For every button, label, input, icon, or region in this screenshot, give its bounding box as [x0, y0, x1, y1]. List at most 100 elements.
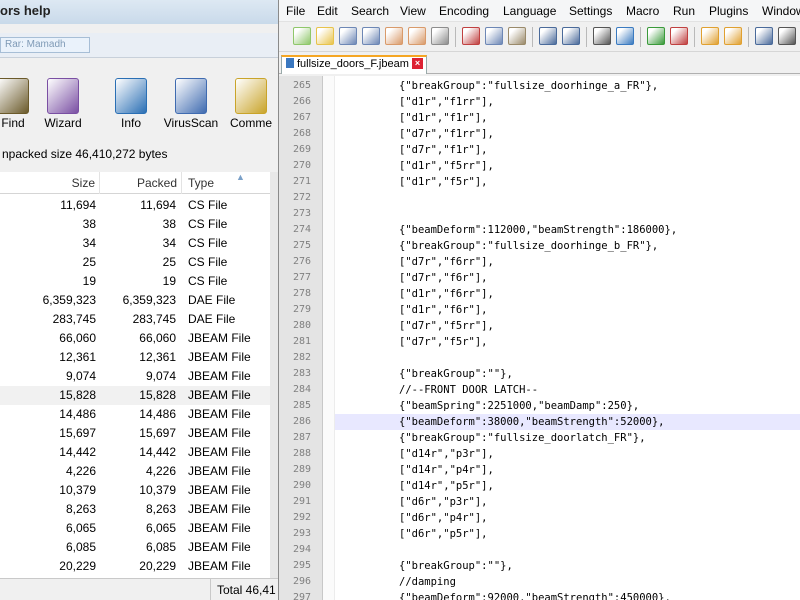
- toolbar-button-wizard[interactable]: Wizard: [38, 78, 88, 130]
- table-row[interactable]: 8,263 8,263 JBEAM File: [0, 500, 270, 519]
- close-all-icon[interactable]: [408, 27, 426, 45]
- code-line[interactable]: ["d1r","f5rr"],: [399, 158, 799, 174]
- code-line[interactable]: {"beamDeform":38000,"beamStrength":52000…: [399, 414, 799, 430]
- code-line[interactable]: {"breakGroup":"fullsize_doorhinge_a_FR"}…: [399, 78, 799, 94]
- toolbar-button-virusscan[interactable]: VirusScan: [162, 78, 220, 130]
- print-icon[interactable]: [431, 27, 449, 45]
- table-row[interactable]: 4,226 4,226 JBEAM File: [0, 462, 270, 481]
- code-line[interactable]: ["d6r","p5r"],: [399, 526, 799, 542]
- code-line[interactable]: ["d1r","f5r"],: [399, 174, 799, 190]
- table-row[interactable]: 6,085 6,085 JBEAM File: [0, 538, 270, 557]
- zoom-in-icon[interactable]: [647, 27, 665, 45]
- code-line[interactable]: ["d14r","p4r"],: [399, 462, 799, 478]
- code-line[interactable]: [399, 542, 799, 558]
- menu-search[interactable]: Search: [351, 4, 389, 18]
- code-line[interactable]: ["d1r","f6rr"],: [399, 286, 799, 302]
- find-icon[interactable]: [593, 27, 611, 45]
- sync-h-icon[interactable]: [724, 27, 742, 45]
- code-line[interactable]: //--FRONT DOOR LATCH--: [399, 382, 799, 398]
- code-line[interactable]: ["d7r","f5r"],: [399, 334, 799, 350]
- close-tab-icon[interactable]: ×: [412, 58, 423, 69]
- vertical-scrollbar[interactable]: [270, 172, 278, 578]
- table-row[interactable]: 66,060 66,060 JBEAM File: [0, 329, 270, 348]
- code-line[interactable]: {"breakGroup":"fullsize_doorlatch_FR"},: [399, 430, 799, 446]
- code-editor[interactable]: 265 266 267 268 269 270 271 272 273 274 275 276 277 2…: [279, 76, 800, 600]
- undo-icon[interactable]: [539, 27, 557, 45]
- open-file-icon[interactable]: [316, 27, 334, 45]
- toolbar-button-find[interactable]: Find: [0, 78, 38, 130]
- code-line[interactable]: ["d6r","p3r"],: [399, 494, 799, 510]
- code-line[interactable]: {"breakGroup":"fullsize_doorhinge_b_FR"}…: [399, 238, 799, 254]
- copy-icon[interactable]: [485, 27, 503, 45]
- code-line[interactable]: [399, 190, 799, 206]
- code-line[interactable]: //damping: [399, 574, 799, 590]
- sync-v-icon[interactable]: [701, 27, 719, 45]
- code-line[interactable]: [399, 206, 799, 222]
- table-row[interactable]: 14,486 14,486 JBEAM File: [0, 405, 270, 424]
- menu-edit[interactable]: Edit: [317, 4, 338, 18]
- replace-icon[interactable]: [616, 27, 634, 45]
- table-row[interactable]: 6,065 6,065 JBEAM File: [0, 519, 270, 538]
- table-row[interactable]: 12,361 12,361 JBEAM File: [0, 348, 270, 367]
- table-row[interactable]: 10,379 10,379 JBEAM File: [0, 481, 270, 500]
- menu-view[interactable]: View: [400, 4, 426, 18]
- address-field[interactable]: Rar: Mamadh: [0, 37, 90, 53]
- all-chars-icon[interactable]: [778, 27, 796, 45]
- table-row[interactable]: 283,745 283,745 DAE File: [0, 310, 270, 329]
- save-all-icon[interactable]: [362, 27, 380, 45]
- code-line[interactable]: {"beamDeform":92000,"beamStrength":45000…: [399, 590, 799, 600]
- cut-icon[interactable]: [462, 27, 480, 45]
- menu-file[interactable]: File: [286, 4, 305, 18]
- code-line[interactable]: ["d7r","f1r"],: [399, 142, 799, 158]
- code-line[interactable]: {"breakGroup":""},: [399, 558, 799, 574]
- code-line[interactable]: ["d7r","f5rr"],: [399, 318, 799, 334]
- table-row[interactable]: 6,359,323 6,359,323 DAE File: [0, 291, 270, 310]
- new-file-icon[interactable]: [293, 27, 311, 45]
- code-line[interactable]: ["d7r","f6rr"],: [399, 254, 799, 270]
- wrap-icon[interactable]: [755, 27, 773, 45]
- menu-window[interactable]: Window: [762, 4, 800, 18]
- code-line[interactable]: {"breakGroup":""},: [399, 366, 799, 382]
- code-line[interactable]: [399, 350, 799, 366]
- table-row[interactable]: 19 19 CS File: [0, 272, 270, 291]
- code-line[interactable]: ["d14r","p5r"],: [399, 478, 799, 494]
- tab-fullsize-doors[interactable]: fullsize_doors_F.jbeam ×: [281, 55, 427, 74]
- menu-macro[interactable]: Macro: [626, 4, 659, 18]
- column-type[interactable]: Type ▲: [182, 172, 270, 194]
- column-packed[interactable]: Packed: [100, 172, 182, 194]
- table-row[interactable]: 38 38 CS File: [0, 215, 270, 234]
- table-row[interactable]: 14,442 14,442 JBEAM File: [0, 443, 270, 462]
- fold-margin[interactable]: [323, 76, 335, 600]
- code-line[interactable]: ["d7r","f1rr"],: [399, 126, 799, 142]
- code-line[interactable]: ["d1r","f6r"],: [399, 302, 799, 318]
- redo-icon[interactable]: [562, 27, 580, 45]
- toolbar-button-comme[interactable]: Comme: [226, 78, 276, 130]
- code-line[interactable]: ["d14r","p3r"],: [399, 446, 799, 462]
- table-row[interactable]: 20,229 20,229 JBEAM File: [0, 557, 270, 576]
- code-line[interactable]: ["d6r","p4r"],: [399, 510, 799, 526]
- menu-settings[interactable]: Settings: [569, 4, 612, 18]
- table-row[interactable]: 15,697 15,697 JBEAM File: [0, 424, 270, 443]
- menu-encoding[interactable]: Encoding: [439, 4, 489, 18]
- zoom-out-icon[interactable]: [670, 27, 688, 45]
- code-line[interactable]: {"beamDeform":112000,"beamStrength":1860…: [399, 222, 799, 238]
- menu-plugins[interactable]: Plugins: [709, 4, 748, 18]
- code-line[interactable]: {"beamSpring":2251000,"beamDamp":250},: [399, 398, 799, 414]
- table-row[interactable]: 25 25 CS File: [0, 253, 270, 272]
- save-icon[interactable]: [339, 27, 357, 45]
- toolbar-separator: [640, 27, 641, 47]
- menu-language[interactable]: Language: [503, 4, 556, 18]
- table-row[interactable]: 15,828 15,828 JBEAM File: [0, 386, 270, 405]
- line-number: 288: [292, 448, 311, 459]
- column-size[interactable]: Size: [0, 172, 100, 194]
- paste-icon[interactable]: [508, 27, 526, 45]
- code-line[interactable]: ["d1r","f1r"],: [399, 110, 799, 126]
- close-icon[interactable]: [385, 27, 403, 45]
- toolbar-button-info[interactable]: Info: [106, 78, 156, 130]
- code-line[interactable]: ["d1r","f1rr"],: [399, 94, 799, 110]
- table-row[interactable]: 34 34 CS File: [0, 234, 270, 253]
- table-row[interactable]: 9,074 9,074 JBEAM File: [0, 367, 270, 386]
- menu-run[interactable]: Run: [673, 4, 695, 18]
- code-line[interactable]: ["d7r","f6r"],: [399, 270, 799, 286]
- table-row[interactable]: 11,694 11,694 CS File: [0, 196, 270, 215]
